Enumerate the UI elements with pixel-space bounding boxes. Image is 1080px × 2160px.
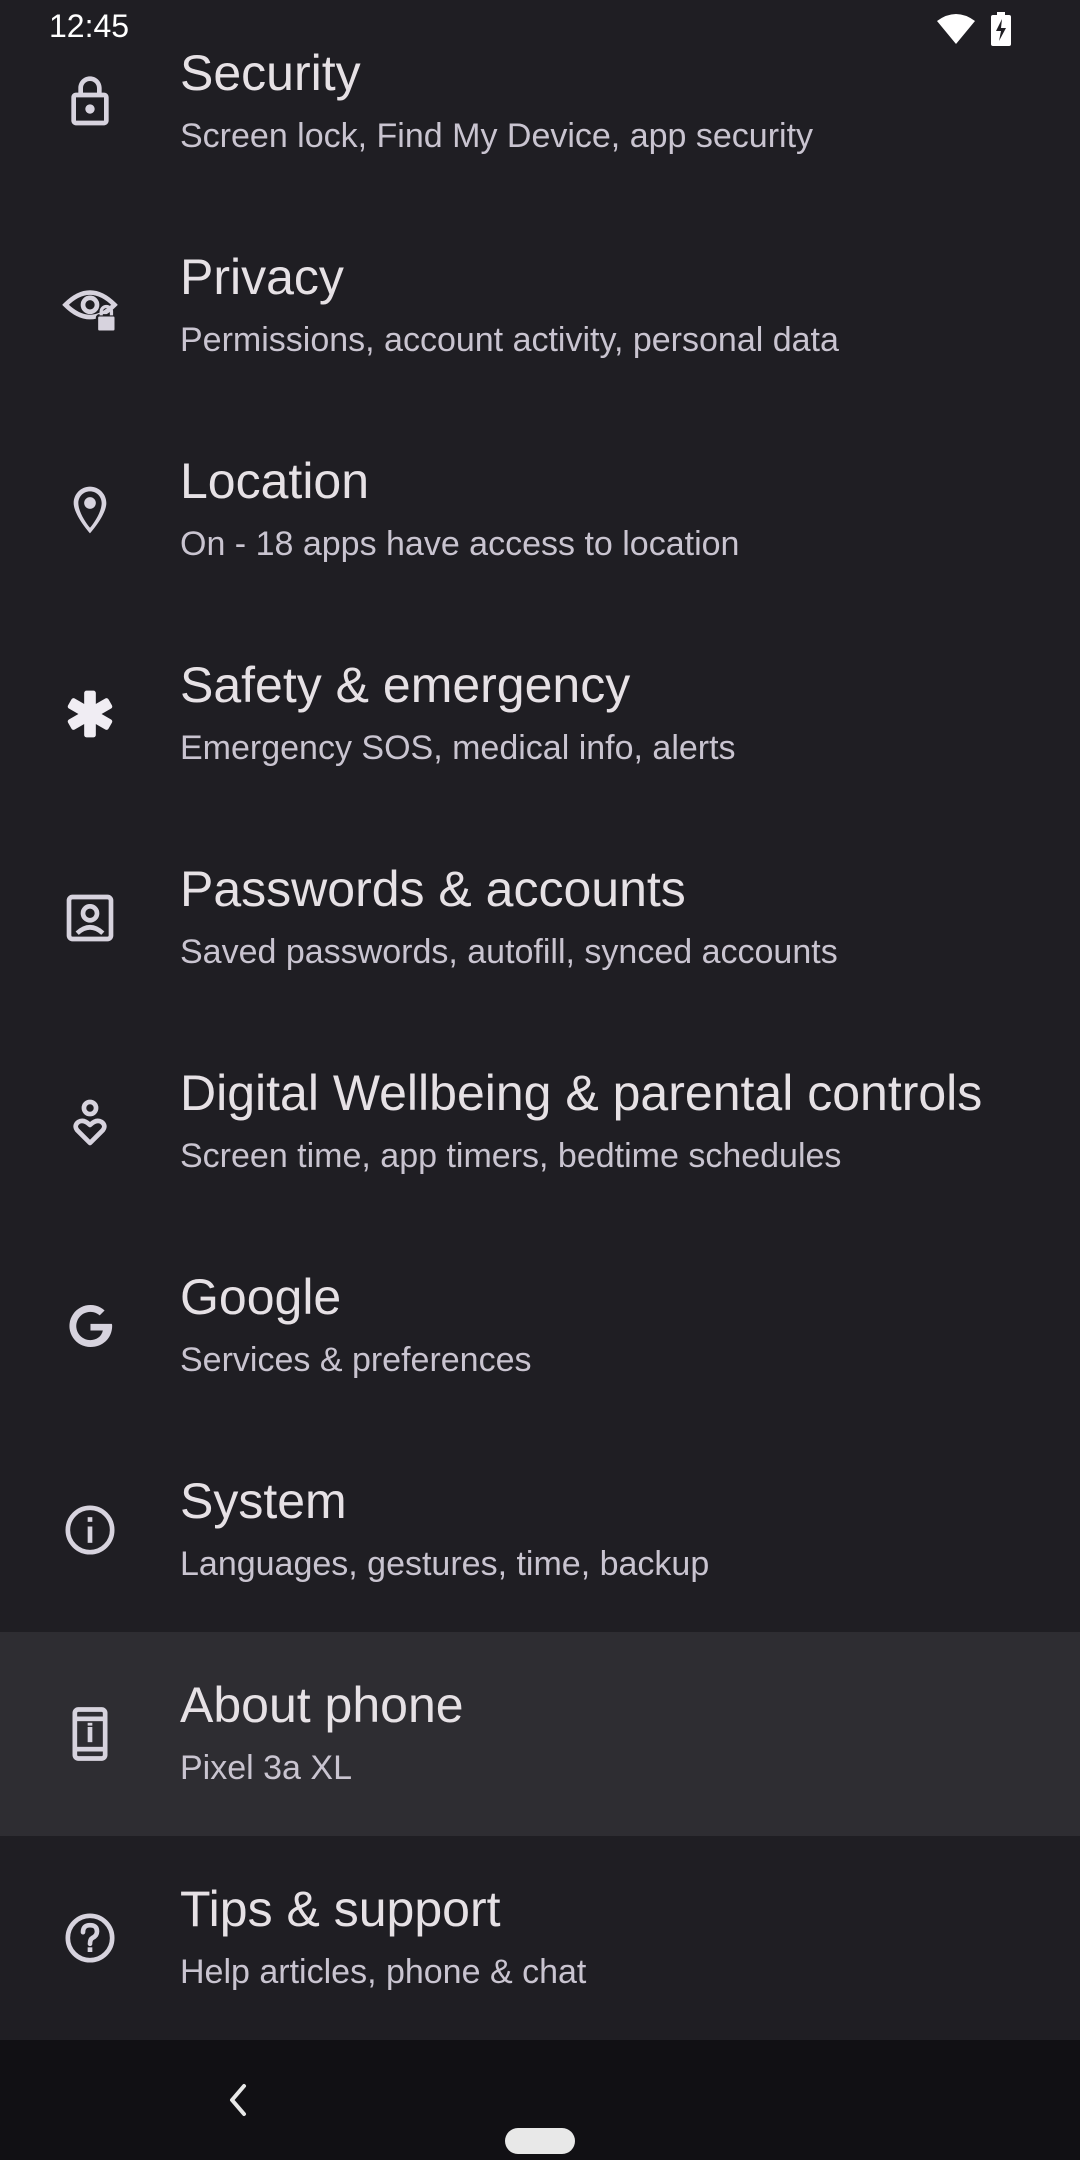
settings-item-title: Google [180,1269,342,1325]
back-button[interactable] [218,2076,258,2124]
status-icons [936,12,1012,51]
settings-item-title: Safety & emergency [180,657,631,713]
settings-item-subtitle: Saved passwords, autofill, synced accoun… [180,933,838,971]
settings-item-title: System [180,1473,347,1529]
wifi-icon [936,13,976,50]
settings-item-safety-emergency[interactable]: Safety & emergency Emergency SOS, medica… [0,612,1080,816]
settings-item-tips-support[interactable]: Tips & support Help articles, phone & ch… [0,1836,1080,2040]
settings-item-subtitle: Help articles, phone & chat [180,1953,587,1991]
navigation-bar [0,2040,1080,2160]
info-icon [60,1500,120,1560]
battery-charging-icon [990,12,1012,51]
settings-item-digital-wellbeing[interactable]: Digital Wellbeing & parental controls Sc… [0,1020,1080,1224]
settings-item-title: Tips & support [180,1881,501,1937]
settings-item-privacy[interactable]: Privacy Permissions, account activity, p… [0,204,1080,408]
back-chevron-icon [230,2084,246,2116]
settings-item-title: Passwords & accounts [180,861,686,917]
status-bar: 12:45 [0,0,1080,56]
settings-item-system[interactable]: System Languages, gestures, time, backup [0,1428,1080,1632]
settings-item-subtitle: On - 18 apps have access to location [180,525,740,563]
settings-screen: 12:45 Security Screen lock, Find My Devi… [0,0,1080,2160]
settings-item-title: About phone [180,1677,464,1733]
settings-item-subtitle: Permissions, account activity, personal … [180,321,839,359]
settings-item-location[interactable]: Location On - 18 apps have access to loc… [0,408,1080,612]
settings-item-title: Digital Wellbeing & parental controls [180,1065,983,1121]
settings-item-subtitle: Pixel 3a XL [180,1749,352,1787]
phone-icon [60,1704,120,1764]
settings-item-subtitle: Services & preferences [180,1341,532,1379]
wellbeing-icon [60,1092,120,1152]
settings-item-passwords-accounts[interactable]: Passwords & accounts Saved passwords, au… [0,816,1080,1020]
home-handle[interactable] [505,2128,575,2154]
google-g-icon [60,1296,120,1356]
privacy-eye-icon [60,276,120,336]
settings-item-title: Location [180,453,370,509]
settings-item-subtitle: Screen time, app timers, bedtime schedul… [180,1137,842,1175]
settings-item-subtitle: Languages, gestures, time, backup [180,1545,710,1583]
help-icon [60,1908,120,1968]
status-time: 12:45 [49,8,130,44]
settings-item-title: Privacy [180,249,344,305]
settings-item-subtitle: Screen lock, Find My Device, app securit… [180,117,814,155]
settings-item-subtitle: Emergency SOS, medical info, alerts [180,729,736,767]
settings-item-google[interactable]: Google Services & preferences [0,1224,1080,1428]
asterisk-icon [60,684,120,744]
settings-item-about-phone[interactable]: About phone Pixel 3a XL [0,1632,1080,1836]
lock-icon [60,72,120,132]
account-box-icon [60,888,120,948]
location-pin-icon [60,480,120,540]
